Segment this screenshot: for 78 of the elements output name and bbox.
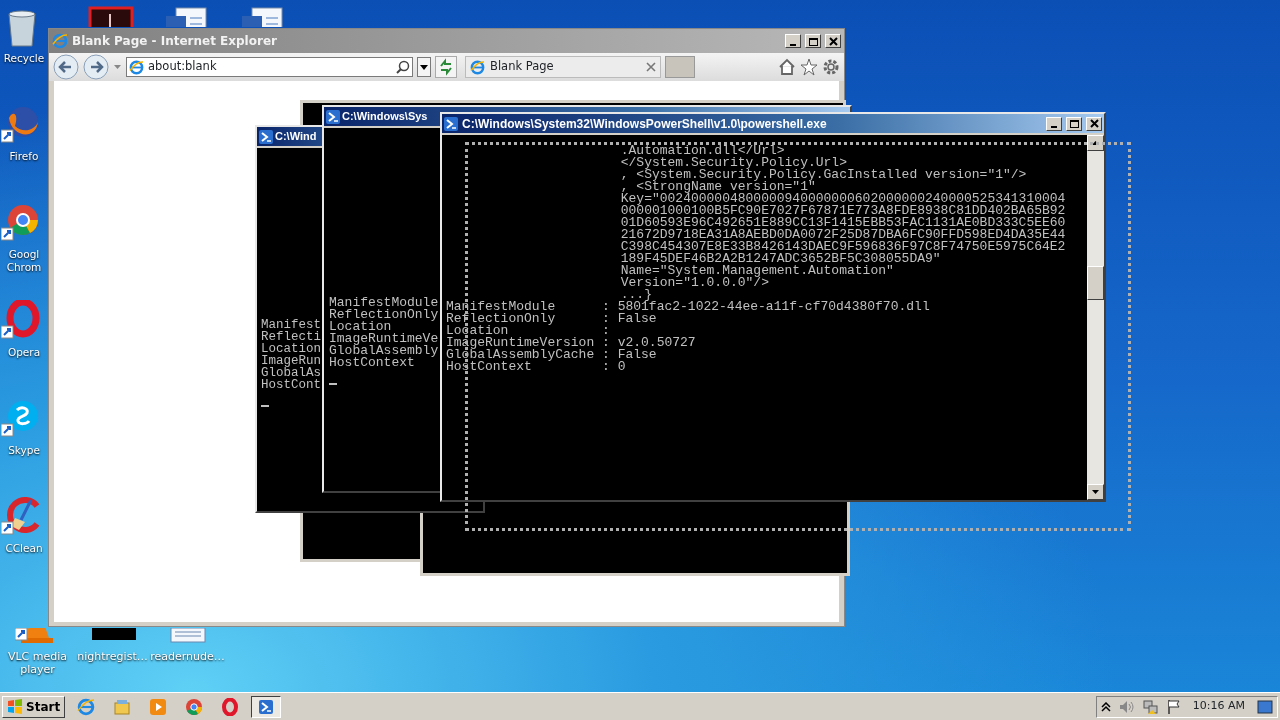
icon-label[interactable]: CClean (1, 542, 47, 555)
console-line: ManifestModule : 5801fac2-1022-44ee-a11f-cf70d4380f70.dll (446, 301, 930, 313)
folder-icon (113, 697, 132, 716)
console-line: ReflectionOnly (329, 309, 439, 321)
dropdown-icon[interactable] (417, 57, 431, 77)
console-line: GlobalAssemblyCache : False (446, 349, 657, 361)
search-icon[interactable] (396, 60, 410, 74)
powershell-icon (444, 116, 458, 131)
console-line: HostCont (261, 379, 321, 391)
close-icon[interactable] (826, 35, 840, 47)
console-line: 21672D9718EA31A8AEBD0DA0072F25D87DBA6FC90FFD598ED4DA35E44 (620, 229, 1066, 241)
icon-label[interactable]: Recycle (1, 52, 47, 65)
console-line: Location (261, 343, 321, 355)
caret-icon[interactable] (113, 64, 122, 70)
console-line: , <System.Security.Policy.GacInstalled version="1"/> (620, 169, 1027, 181)
network-icon[interactable] (1142, 698, 1159, 715)
console-line: C398C454307E8E33B8426143DAEC9F596836F97C8F74750E5975C64E2 (620, 241, 1066, 253)
console-line: ImageRuntimeVe (329, 333, 439, 345)
console-line: Name="System.Management.Automation" (620, 265, 894, 277)
console-line: ImageRun (261, 355, 321, 367)
close-icon[interactable] (1087, 118, 1101, 129)
window-title: C:\Windows\Sys (342, 109, 428, 125)
console-line: HostContext : 0 (446, 361, 626, 373)
console-line: Location : (446, 325, 610, 337)
console-line: GlobalAssembly (329, 345, 439, 357)
scroll-thumb[interactable] (1087, 266, 1104, 300)
play-icon (149, 697, 168, 716)
round-logo-icon (185, 697, 204, 716)
powershell-icon (259, 699, 274, 714)
console-line: Reflecti (261, 331, 321, 343)
icon-label[interactable]: Googl Chrom (1, 248, 47, 274)
app-icon[interactable] (88, 6, 134, 27)
console-line: ...} (620, 289, 652, 301)
console-line: ReflectionOnly : False (446, 313, 657, 325)
down-arrow-icon[interactable] (1091, 489, 1100, 495)
window-title: C:\Windows\System32\WindowsPowerShell\v1.0\powershell.exe (462, 115, 828, 133)
show-desktop-icon[interactable] (1257, 699, 1273, 714)
console-line: HostContext (329, 357, 415, 369)
maximize-icon[interactable] (1067, 118, 1081, 129)
console-line: Manifest (261, 319, 321, 331)
console-line: 01D60593E96C492651E889CC13F1415EBB53FAC1131AE0BD333C5EE60 (620, 217, 1066, 229)
console-line: , <StrongName version="1" (620, 181, 816, 193)
console-line: </System.Security.Policy.Url> (620, 157, 847, 169)
ring-icon (221, 697, 240, 716)
browser-logo-icon (52, 33, 68, 49)
console-line: 000001000100B5FC90E7027F67871E773A8FDE8938C81DD402BA65B92 (620, 205, 1066, 217)
console-line: GlobalAs (261, 367, 321, 379)
chevron-up-icon[interactable] (1100, 701, 1111, 712)
browser-logo-icon (470, 59, 485, 75)
console-line: Version="1.0.0.0"/> (620, 277, 769, 289)
start-button[interactable]: Start (2, 695, 66, 718)
windows-logo-icon (7, 698, 23, 715)
icon-label[interactable]: Opera (1, 346, 47, 359)
refresh-icon[interactable] (435, 56, 457, 78)
window-title: C:\Wind (275, 129, 317, 145)
console-line: .Automation.dll</Url> (620, 145, 785, 157)
browser-logo-icon (129, 59, 144, 75)
console-line: ImageRuntimeVersion : v2.0.50727 (446, 337, 696, 349)
home-icon[interactable] (778, 58, 796, 76)
console-line: ManifestModule (329, 297, 439, 309)
console-line: Location (329, 321, 392, 333)
taskbar-button[interactable] (251, 695, 282, 718)
window-title: Blank Page - Internet Explorer (72, 33, 278, 50)
browser-logo-icon (77, 697, 96, 716)
back-button-icon[interactable] (53, 54, 79, 80)
console-line: 189F45DEF46B2A2B1247ADC3652BF5C308055DA9" (620, 253, 941, 265)
powershell-icon (259, 129, 273, 144)
settings-icon[interactable] (822, 58, 840, 76)
scrollbar[interactable] (1087, 135, 1104, 500)
icon-label[interactable]: Firefo (1, 150, 47, 163)
browser-tab[interactable]: Blank Page (465, 56, 661, 78)
console-line: Key="0024000004800000940000000602000000240000525341310004 (620, 193, 1066, 205)
icon-label[interactable]: Skype (1, 444, 47, 457)
flag-icon[interactable] (1166, 698, 1181, 715)
address-field[interactable]: about:blank (126, 57, 413, 77)
star-icon[interactable] (800, 58, 818, 76)
forward-button-icon[interactable] (83, 54, 109, 80)
powershell-icon (326, 109, 340, 124)
